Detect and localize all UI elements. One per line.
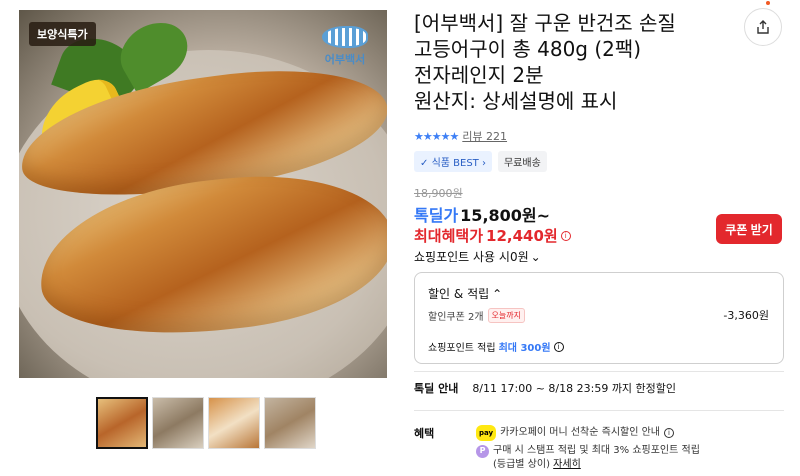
notification-dot [766,1,770,5]
title-line: 고등어구이 총 480g (2팩) [414,37,642,61]
coupon-button[interactable]: 쿠폰 받기 [716,214,782,244]
coupon-label: 할인쿠폰 2개 [428,312,484,323]
info-icon[interactable]: i [560,230,571,241]
point-icon: P [476,444,489,458]
max-benefit-row: 최대혜택가 12,440원 i [414,225,571,246]
review-link[interactable]: 리뷰 221 [462,128,507,144]
free-shipping-tag: 무료배송 [497,151,547,172]
thumbnail-strip [96,397,316,449]
coupon-row: 할인쿠폰 2개 오늘까지 [428,308,525,323]
discount-benefit-box: 할인 & 적립 ⌃ 할인쿠폰 2개 오늘까지 -3,360원 쇼핑포인트 적립 … [414,272,784,364]
today-only-tag: 오늘까지 [487,308,525,323]
rating-row: ★★★★★ 리뷰 221 [414,128,507,144]
max-benefit-price: 12,440원 [486,227,558,245]
brand-logo-text: 어부백서 [324,53,366,66]
share-button[interactable] [744,8,782,46]
point-earn-row: 쇼핑포인트 적립 최대 300원 i [428,339,564,354]
benefit-list: pay 카카오페이 머니 선착순 즉시할인 안내 i P 구매 시 스탬프 적립… [476,425,700,472]
stamp-benefit-text: 구매 시 스탬프 적립 및 최대 3% 쇼핑포인트 적립 [493,445,700,456]
deal-guide-label: 톡딜 안내 [414,382,459,395]
thumbnail-4[interactable] [264,397,316,449]
title-line: 원산지: 상세설명에 표시 [414,89,618,113]
thumbnail-2[interactable] [152,397,204,449]
point-earn-max: 최대 300원 [498,343,551,354]
share-icon [757,20,769,34]
point-earn-label: 쇼핑포인트 적립 [428,343,496,354]
deal-price: 15,800원~ [460,206,551,225]
discount-toggle[interactable]: 할인 & 적립 ⌃ [428,285,502,302]
tag-row: ✓ 식품 BEST › 무료배송 [414,151,547,172]
best-tag[interactable]: ✓ 식품 BEST › [414,151,492,172]
info-icon[interactable]: i [553,341,564,352]
discount-heading: 할인 & 적립 [428,287,490,301]
main-product-image[interactable]: 보양식특가 어부백서 [19,10,387,378]
deal-label: 톡딜가 [414,206,459,225]
original-price: 18,900원 [414,187,463,200]
product-info: [어부백서] 잘 구운 반건조 손질 고등어구이 총 480g (2팩) 전자레… [414,10,794,114]
kakao-benefit-row: pay 카카오페이 머니 선착순 즉시할인 안내 i [476,425,700,441]
title-line: [어부백서] 잘 구운 반건조 손질 [414,11,676,35]
stamp-benefit-row: P 구매 시 스탬프 적립 및 최대 3% 쇼핑포인트 적립 [476,444,700,458]
coupon-amount: -3,360원 [723,309,769,322]
kakaopay-icon: pay [476,425,497,441]
fish-logo-icon [322,26,368,48]
title-line: 전자레인지 2분 [414,63,544,87]
max-benefit-label: 최대혜택가 [414,227,484,245]
info-icon[interactable]: i [664,428,675,438]
stamp-benefit-sub: (등급별 상이) 자세히 [476,458,700,472]
chevron-down-icon: ⌄ [530,249,541,264]
chevron-up-icon: ⌃ [492,286,503,301]
point-use-dropdown[interactable]: 쇼핑포인트 사용 시0원 ⌄ [414,248,541,265]
product-title: [어부백서] 잘 구운 반건조 손질 고등어구이 총 480g (2팩) 전자레… [414,10,734,114]
grade-note: (등급별 상이) [493,459,550,470]
divider [414,371,784,372]
benefit-label: 혜택 [414,427,435,440]
point-use-label: 쇼핑포인트 사용 시0원 [414,250,529,264]
brand-logo: 어부백서 [317,26,373,74]
detail-link[interactable]: 자세히 [553,459,581,470]
star-rating-icon: ★★★★★ [414,129,459,143]
deal-guide-text: 8/11 17:00 ~ 8/18 23:59 까지 한정할인 [472,382,677,395]
deal-guide-row: 톡딜 안내 8/11 17:00 ~ 8/18 23:59 까지 한정할인 [414,380,676,396]
thumbnail-3[interactable] [208,397,260,449]
promo-badge: 보양식특가 [29,22,96,46]
kakao-benefit-text: 카카오페이 머니 선착순 즉시할인 안내 [500,427,661,438]
deal-price-row: 톡딜가 15,800원~ [414,202,550,226]
divider [414,410,784,411]
chevron-right-icon: › [478,158,486,169]
check-icon: ✓ [420,158,432,169]
thumbnail-1[interactable] [96,397,148,449]
